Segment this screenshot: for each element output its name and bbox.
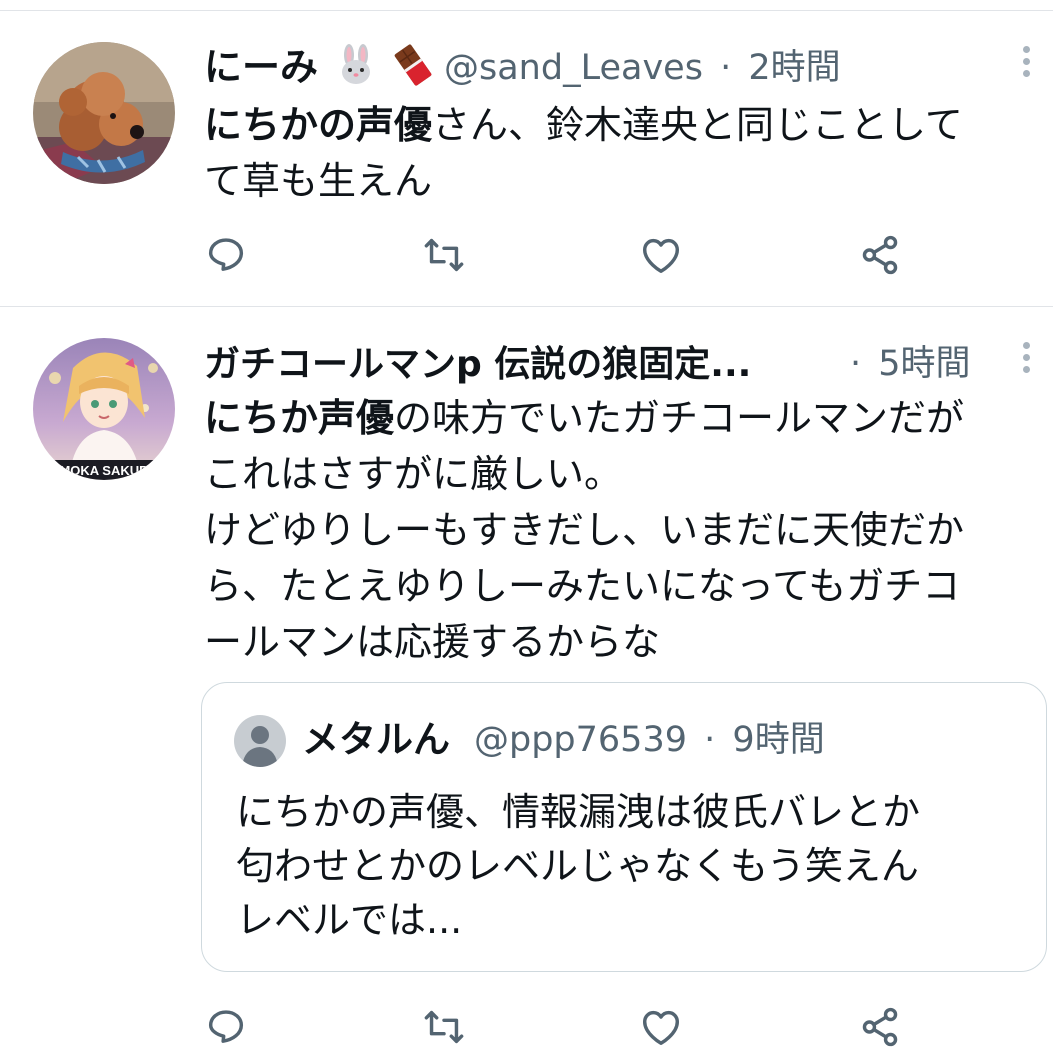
reply-button[interactable] <box>203 232 253 282</box>
quoted-meta: @ppp76539 · 9時間 <box>474 715 825 765</box>
quoted-text-line: レベルでは... <box>236 898 463 942</box>
tweet-text-line: ら、たとえゆりしーみたいになってもガチコ <box>204 558 1044 614</box>
quoted-timestamp: 9時間 <box>732 720 825 760</box>
retweet-button[interactable] <box>421 232 471 282</box>
tweet-text: にちかの声優さん、鈴木達央と同じことして て草も生えん <box>204 97 1044 209</box>
default-avatar <box>234 715 286 767</box>
avatar[interactable] <box>33 42 175 184</box>
more-vertical-icon <box>1016 342 1036 373</box>
quoted-display-name: メタルん <box>302 718 450 761</box>
display-name-text: ガチコールマンp 伝説の狼固定... <box>204 344 752 385</box>
dog-avatar-image <box>33 42 175 184</box>
share-button[interactable] <box>857 232 907 282</box>
display-name-text: にーみ <box>204 45 319 89</box>
quoted-text-line: 匂わせとかのレベルじゃなくもう笑えん <box>236 844 919 888</box>
tweet-text-line: けどゆりしーもすきだし、いまだに天使だか <box>204 502 1044 558</box>
avatar-caption: MOKA SAKUR <box>59 463 149 478</box>
reply-icon <box>208 238 244 271</box>
timestamp[interactable]: 5時間 <box>878 344 970 384</box>
tweet-meta: · 5時間 <box>850 339 971 389</box>
like-button[interactable] <box>638 232 688 282</box>
meta-separator: · <box>720 48 732 88</box>
timestamp[interactable]: 2時間 <box>748 48 840 88</box>
text-segment: さん、鈴木達央と同じことして <box>432 103 963 147</box>
tweet-meta: @sand_Leaves · 2時間 <box>444 43 841 93</box>
text-segment: の味方でいたガチコールマンだが <box>394 396 965 440</box>
display-name[interactable]: ガチコールマンp 伝説の狼固定... <box>204 338 751 390</box>
tweet-text-line: これはさすがに厳しい。 <box>204 446 1044 502</box>
tweet-divider <box>0 306 1053 307</box>
share-button[interactable] <box>857 1004 907 1054</box>
tweet-text: にちか声優の味方でいたガチコールマンだが これはさすがに厳しい。 けどゆりしーも… <box>204 390 1044 670</box>
tweet-text-line: にちかの声優さん、鈴木達央と同じことして <box>204 97 1044 153</box>
tweet-text-line: にちか声優の味方でいたガチコールマンだが <box>204 390 1044 446</box>
like-icon <box>642 238 680 274</box>
more-options-button[interactable] <box>1016 342 1036 382</box>
like-button[interactable] <box>638 1004 688 1054</box>
quoted-tweet[interactable]: メタルん @ppp76539 · 9時間 にちかの声優、情報漏洩は彼氏バレとか … <box>201 682 1047 972</box>
quoted-text: にちかの声優、情報漏洩は彼氏バレとか 匂わせとかのレベルじゃなくもう笑えん レベ… <box>236 785 920 947</box>
text-segment: ら、たとえゆりしーみたいになってもガチコ <box>204 564 961 608</box>
top-divider <box>0 10 1053 11</box>
more-options-button[interactable] <box>1016 46 1036 86</box>
reply-button[interactable] <box>203 1004 253 1054</box>
retweet-icon <box>424 238 464 272</box>
like-icon <box>642 1010 680 1046</box>
quoted-text-line: にちかの声優、情報漏洩は彼氏バレとか <box>236 790 921 834</box>
rabbit-face-icon <box>335 44 377 98</box>
retweet-icon <box>424 1010 464 1044</box>
text-segment: にちかの声優 <box>204 103 433 147</box>
person-icon <box>242 726 278 767</box>
more-vertical-icon <box>1016 46 1036 77</box>
tweet-actions <box>0 232 1053 282</box>
text-segment: て草も生えん <box>204 159 433 203</box>
chocolate-bar-icon <box>392 44 434 98</box>
tweet-text-line: ールマンは応援するからな <box>204 614 1044 670</box>
share-icon <box>862 1007 898 1047</box>
handle[interactable]: @sand_Leaves <box>444 48 703 88</box>
text-segment: にちか声優 <box>204 396 395 440</box>
tweet-actions <box>0 1004 1053 1054</box>
tweet-text-line: て草も生えん <box>204 153 1044 209</box>
text-segment: ールマンは応援するからな <box>204 620 661 664</box>
meta-separator: · <box>704 720 716 760</box>
display-name[interactable]: にーみ <box>204 42 434 98</box>
text-segment: これはさすがに厳しい。 <box>204 452 623 496</box>
retweet-button[interactable] <box>421 1004 471 1054</box>
avatar[interactable]: MOKA SAKUR <box>33 338 175 480</box>
reply-icon <box>208 1010 244 1043</box>
anime-avatar-image: MOKA SAKUR <box>33 338 175 480</box>
share-icon <box>862 235 898 275</box>
meta-separator: · <box>850 344 862 384</box>
text-segment: けどゆりしーもすきだし、いまだに天使だか <box>204 508 965 552</box>
quoted-handle: @ppp76539 <box>474 720 687 760</box>
